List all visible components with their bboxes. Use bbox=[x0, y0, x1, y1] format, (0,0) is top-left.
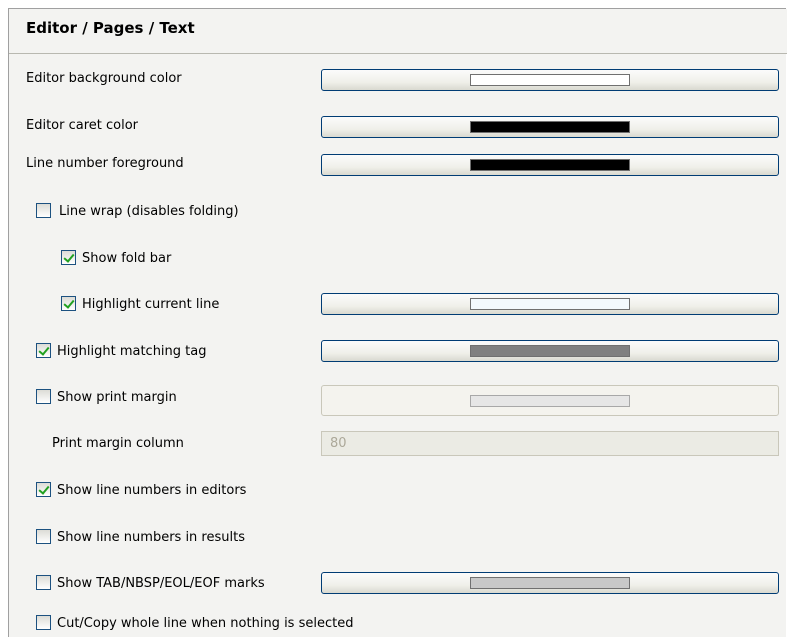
show-fold-bar-label: Show fold bar bbox=[82, 251, 172, 266]
editor-background-color-button[interactable] bbox=[321, 69, 779, 91]
print-margin-color-button bbox=[321, 385, 779, 416]
row-line-number-foreground: Line number foreground bbox=[9, 150, 787, 180]
color-swatch bbox=[470, 74, 630, 86]
color-swatch bbox=[470, 298, 630, 310]
print-margin-column-label: Print margin column bbox=[52, 436, 184, 451]
show-fold-bar-checkbox[interactable] bbox=[61, 250, 76, 265]
row-editor-caret-color: Editor caret color bbox=[9, 112, 787, 142]
row-show-line-numbers-editors: Show line numbers in editors bbox=[9, 477, 787, 507]
show-marks-label: Show TAB/NBSP/EOL/EOF marks bbox=[57, 576, 265, 591]
row-show-marks: Show TAB/NBSP/EOL/EOF marks bbox=[9, 570, 787, 600]
show-line-numbers-editors-label: Show line numbers in editors bbox=[57, 483, 247, 498]
show-line-numbers-results-label: Show line numbers in results bbox=[57, 530, 245, 545]
highlight-current-line-color-button[interactable] bbox=[321, 293, 779, 315]
preferences-panel: Editor / Pages / Text Editor background … bbox=[8, 8, 787, 640]
show-print-margin-label: Show print margin bbox=[57, 390, 177, 405]
color-swatch bbox=[470, 577, 630, 589]
highlight-matching-tag-checkbox[interactable] bbox=[36, 343, 51, 358]
editor-caret-color-button[interactable] bbox=[321, 116, 779, 138]
highlight-current-line-checkbox[interactable] bbox=[61, 296, 76, 311]
line-number-foreground-button[interactable] bbox=[321, 154, 779, 176]
show-line-numbers-results-checkbox[interactable] bbox=[36, 529, 51, 544]
page-title: Editor / Pages / Text bbox=[26, 19, 195, 37]
color-swatch bbox=[470, 345, 630, 357]
row-print-margin-column: Print margin column 80 bbox=[9, 430, 787, 460]
line-wrap-checkbox[interactable] bbox=[36, 203, 51, 218]
show-line-numbers-editors-checkbox[interactable] bbox=[36, 482, 51, 497]
color-swatch bbox=[470, 121, 630, 133]
editor-caret-color-label: Editor caret color bbox=[26, 118, 139, 133]
row-cut-copy-whole-line: Cut/Copy whole line when nothing is sele… bbox=[9, 610, 787, 640]
color-swatch bbox=[470, 159, 630, 171]
cut-copy-whole-line-label: Cut/Copy whole line when nothing is sele… bbox=[57, 616, 354, 631]
row-show-line-numbers-results: Show line numbers in results bbox=[9, 524, 787, 554]
show-marks-checkbox[interactable] bbox=[36, 575, 51, 590]
line-number-foreground-label: Line number foreground bbox=[26, 156, 184, 171]
color-swatch bbox=[470, 395, 630, 407]
panel-header: Editor / Pages / Text bbox=[9, 9, 787, 54]
row-show-fold-bar: Show fold bar bbox=[9, 245, 787, 275]
line-wrap-label: Line wrap (disables folding) bbox=[59, 204, 239, 219]
row-highlight-current-line: Highlight current line bbox=[9, 291, 787, 321]
row-show-print-margin: Show print margin bbox=[9, 384, 787, 416]
row-editor-background-color: Editor background color bbox=[9, 65, 787, 95]
highlight-matching-tag-color-button[interactable] bbox=[321, 340, 779, 362]
cut-copy-whole-line-checkbox[interactable] bbox=[36, 615, 51, 630]
editor-background-color-label: Editor background color bbox=[26, 71, 182, 86]
highlight-matching-tag-label: Highlight matching tag bbox=[57, 344, 207, 359]
highlight-current-line-label: Highlight current line bbox=[82, 297, 220, 312]
row-line-wrap: Line wrap (disables folding) bbox=[9, 198, 787, 228]
print-margin-column-field: 80 bbox=[321, 431, 779, 456]
row-highlight-matching-tag: Highlight matching tag bbox=[9, 338, 787, 368]
header-divider bbox=[9, 53, 787, 54]
show-marks-color-button[interactable] bbox=[321, 572, 779, 594]
show-print-margin-checkbox[interactable] bbox=[36, 389, 51, 404]
